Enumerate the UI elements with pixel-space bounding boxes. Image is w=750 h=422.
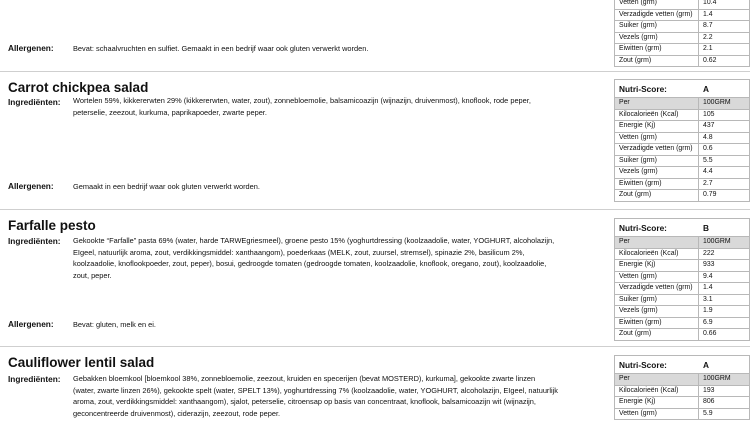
ingredients-label: Ingrediënten: — [8, 97, 61, 107]
nutri-score-label: Nutri-Score: — [619, 360, 667, 370]
nutri-score-header: Nutri-Score: A — [614, 79, 750, 97]
ingredients-text: Gebakken bloemkool [bloemkool 38%, zonne… — [73, 374, 559, 418]
section-divider — [0, 346, 750, 347]
allergen-label: Allergenen: — [8, 43, 54, 53]
ingredients-label: Ingrediënten: — [8, 236, 61, 246]
nutri-score-header: Nutri-Score: B — [614, 218, 750, 236]
nutrition-table: Nutri-Score: A Per 100GRM Kilocalorieën (… — [614, 79, 750, 202]
nutri-score-value: B — [703, 223, 709, 233]
ingredients-label: Ingrediënten: — [8, 374, 61, 384]
allergen-label: Allergenen: — [8, 319, 54, 329]
ingredients-text: Gekookte “Farfalle” pasta 69% (water, ha… — [73, 236, 555, 280]
nutri-score-label: Nutri-Score: — [619, 84, 667, 94]
nutrition-table: Nutri-Score: A Per 100GRM Kilocalorieën (… — [614, 355, 750, 420]
section-divider — [0, 71, 750, 72]
product-title: Farfalle pesto — [8, 218, 96, 233]
section-divider — [0, 209, 750, 210]
allergen-text: Bevat: schaalvruchten en sulfiet. Gemaak… — [73, 44, 369, 53]
allergen-text: Gemaakt in een bedrijf waar ook gluten v… — [73, 182, 260, 191]
allergen-label: Allergenen: — [8, 181, 54, 191]
allergen-text: Bevat: gluten, melk en ei. — [73, 320, 156, 329]
ingredients-text: Wortelen 59%, kikkererwten 29% (kikkerer… — [73, 96, 531, 117]
product-title: Carrot chickpea salad — [8, 80, 149, 95]
nutrition-table-top: Vetten (grm) 10.4 Verzadigde vetten (grm)… — [614, 0, 750, 67]
nutri-score-value: A — [703, 84, 709, 94]
nutri-score-header: Nutri-Score: A — [614, 355, 750, 373]
nutri-score-label: Nutri-Score: — [619, 223, 667, 233]
nutri-score-value: A — [703, 360, 709, 370]
product-title: Cauliflower lentil salad — [8, 355, 155, 370]
nutrition-table: Nutri-Score: B Per 100GRM Kilocalorieën (… — [614, 218, 750, 341]
